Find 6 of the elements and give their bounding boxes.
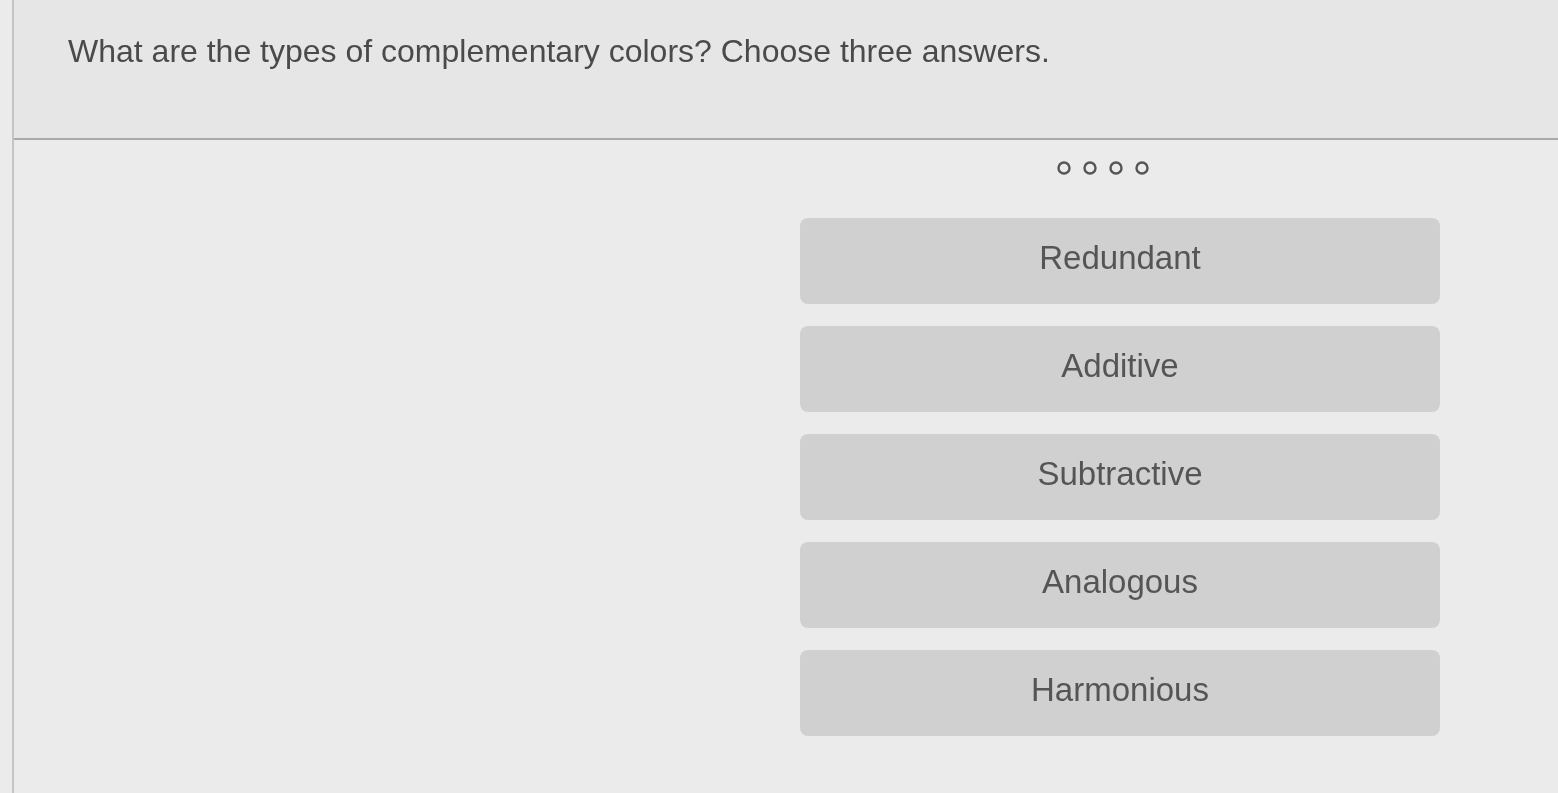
answer-option[interactable]: Redundant	[800, 218, 1440, 304]
answer-option[interactable]: Subtractive	[800, 434, 1440, 520]
answer-option[interactable]: Additive	[800, 326, 1440, 412]
question-text: What are the types of complementary colors? Choose three answers.	[68, 32, 1050, 71]
answer-option[interactable]: Harmonious	[800, 650, 1440, 736]
answer-option[interactable]: Analogous	[800, 542, 1440, 628]
